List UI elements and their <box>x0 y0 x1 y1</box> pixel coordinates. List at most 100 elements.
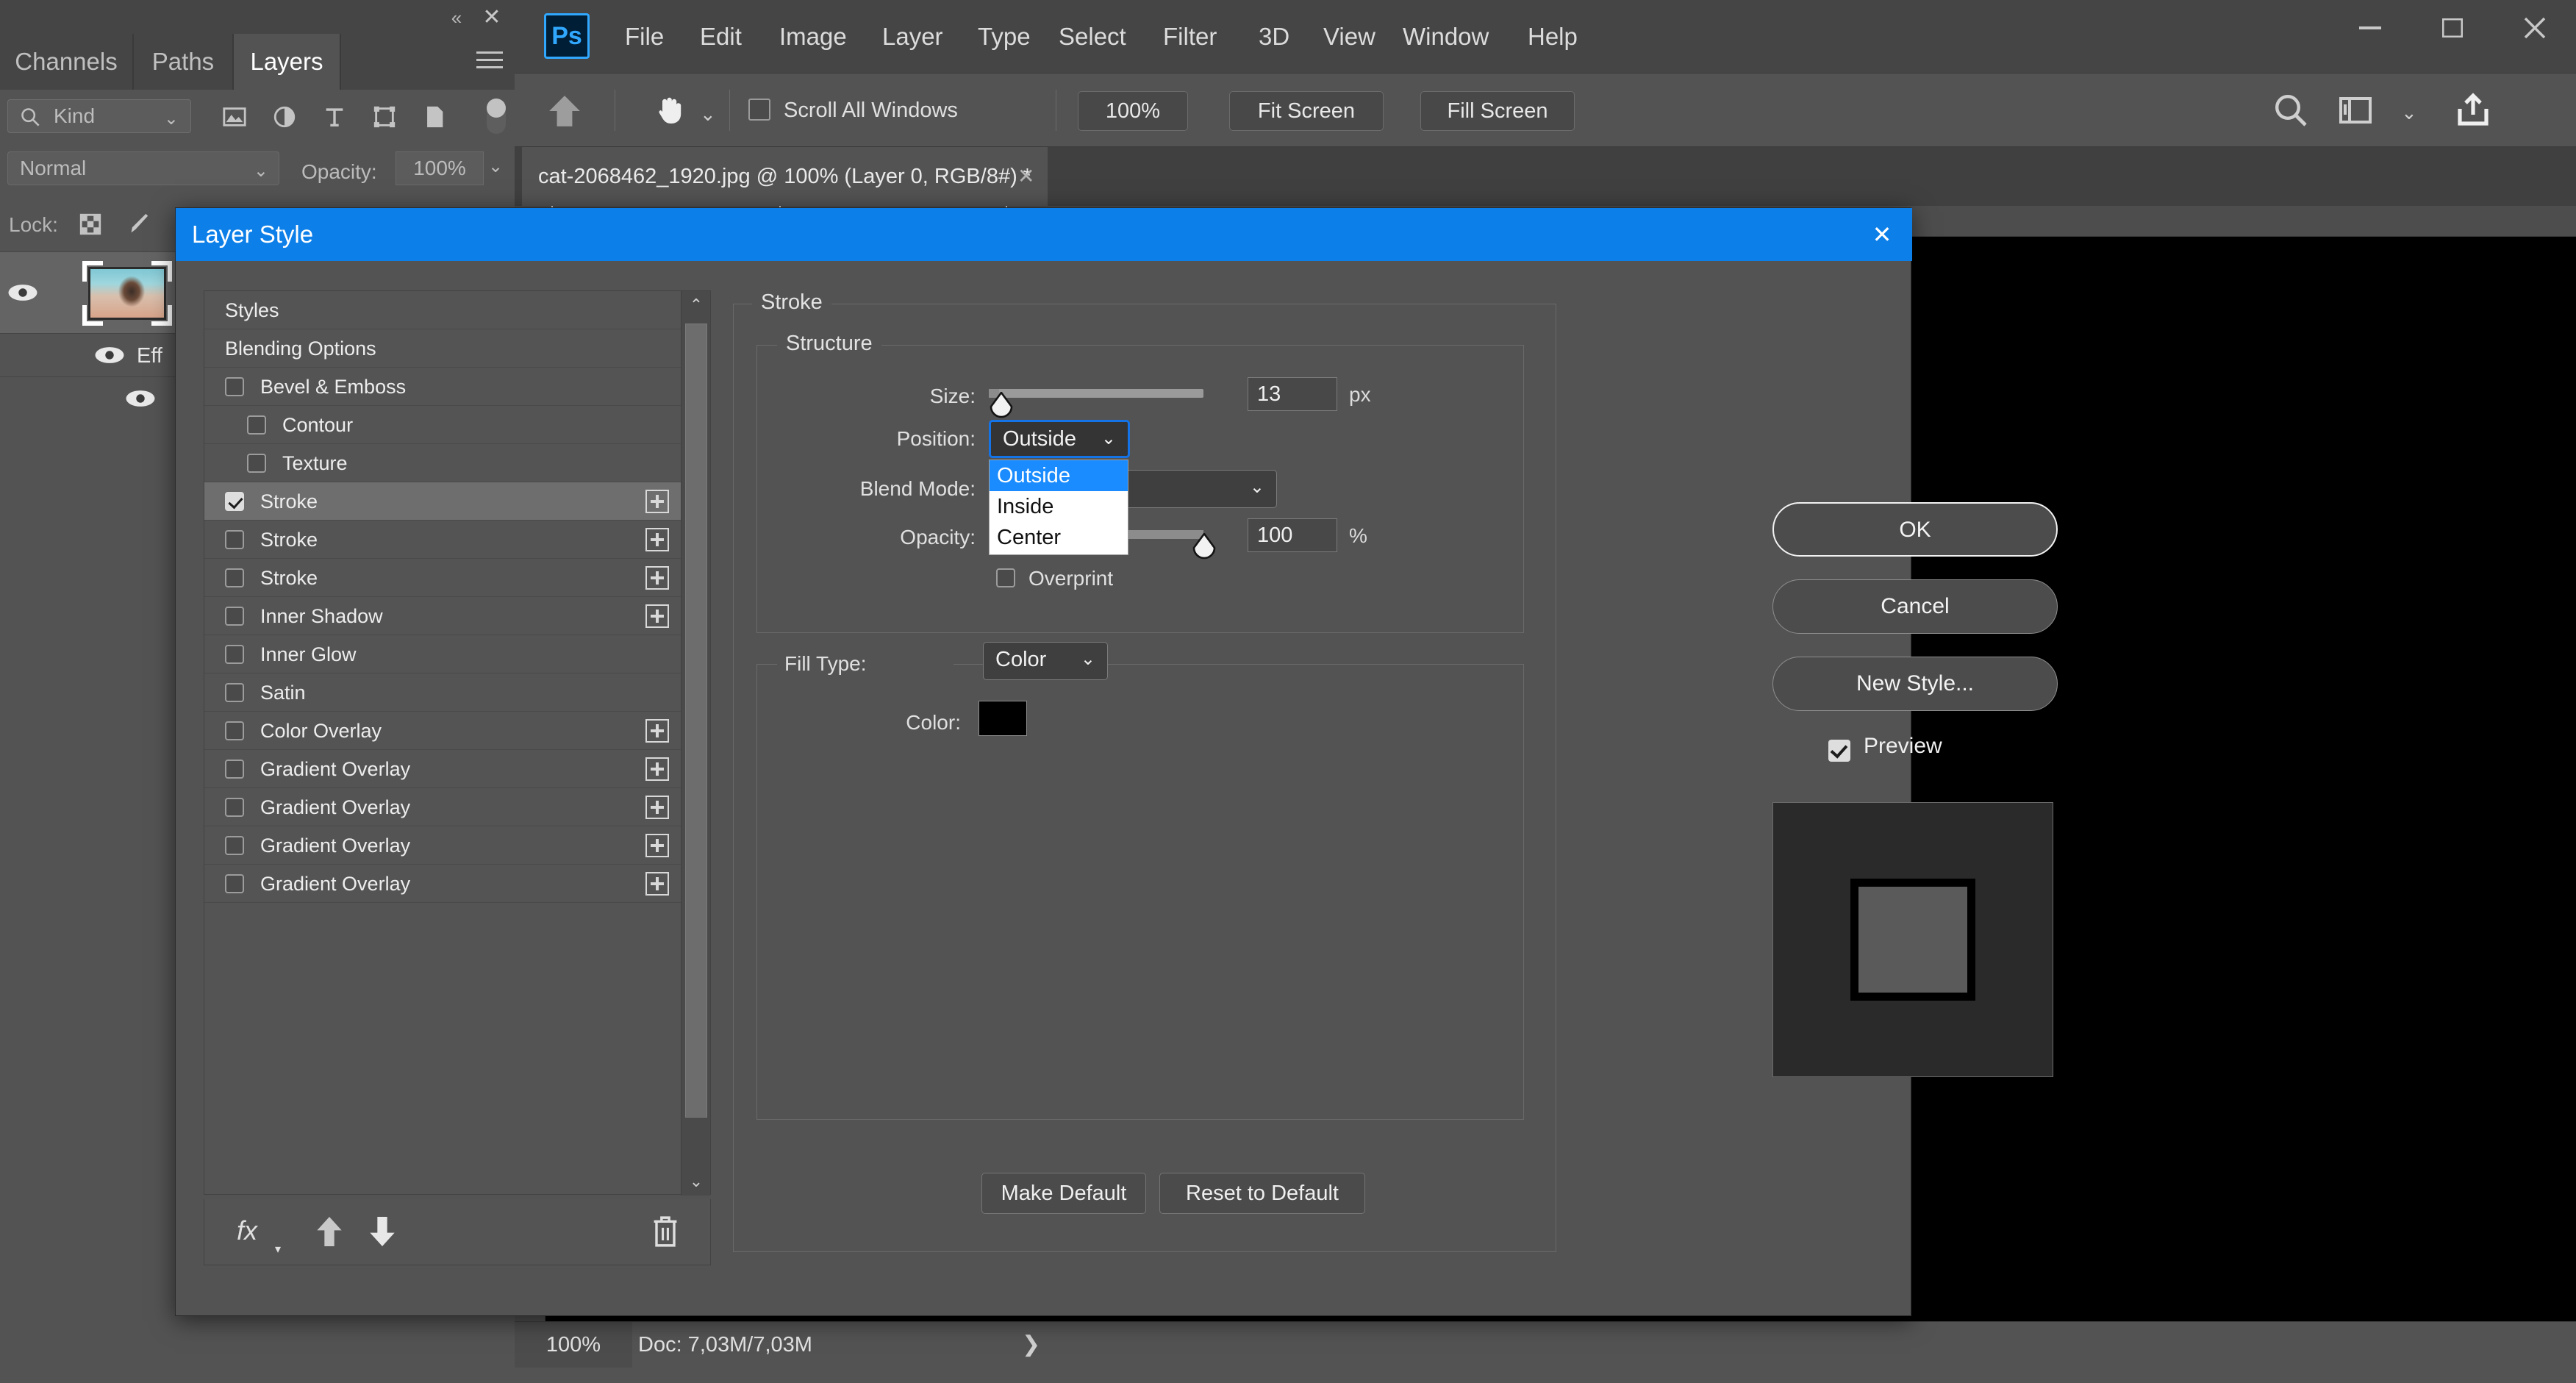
style-item-checkbox[interactable] <box>225 568 244 587</box>
position-dropdown-menu[interactable]: Outside Inside Center <box>989 460 1128 555</box>
scroll-up-icon[interactable]: ⌃ <box>681 293 711 318</box>
dropdown-option-inside[interactable]: Inside <box>990 491 1128 522</box>
style-item-gradient-overlay-3[interactable]: Gradient Overlay <box>204 826 681 865</box>
smart-object-filter-icon[interactable] <box>421 104 448 129</box>
scroll-down-icon[interactable]: ⌄ <box>681 1169 711 1194</box>
move-up-icon[interactable] <box>315 1214 344 1249</box>
style-item-checkbox[interactable] <box>225 377 244 396</box>
menu-type[interactable]: Type <box>962 0 1047 74</box>
style-item-checkbox[interactable] <box>225 874 244 893</box>
fx-icon[interactable]: fx <box>237 1215 257 1246</box>
layer-kind-filter-select[interactable]: Kind ⌄ <box>7 99 191 133</box>
style-item-bevel-emboss[interactable]: Bevel & Emboss <box>204 368 681 406</box>
style-item-satin[interactable]: Satin <box>204 673 681 712</box>
fit-screen-button[interactable]: Fit Screen <box>1229 91 1384 131</box>
minimize-button[interactable] <box>2329 0 2411 56</box>
add-effect-icon[interactable] <box>645 528 669 551</box>
style-item-checkbox[interactable] <box>225 645 244 664</box>
zoom-100-button[interactable]: 100% <box>1078 91 1188 131</box>
scrollbar-thumb[interactable] <box>685 324 707 1118</box>
share-icon[interactable] <box>2455 93 2491 128</box>
style-item-checkbox[interactable] <box>247 454 266 473</box>
add-effect-icon[interactable] <box>645 490 669 513</box>
add-effect-icon[interactable] <box>645 757 669 781</box>
style-item-checkbox[interactable] <box>247 415 266 435</box>
dropdown-option-outside[interactable]: Outside <box>990 460 1128 491</box>
style-item-stroke-1[interactable]: Stroke <box>204 482 681 521</box>
size-slider-knob[interactable] <box>989 392 1014 418</box>
dialog-close-icon[interactable]: ✕ <box>1865 218 1899 251</box>
style-item-contour[interactable]: Contour <box>204 406 681 444</box>
style-item-styles[interactable]: Styles <box>204 291 681 329</box>
eye-icon[interactable] <box>125 389 156 408</box>
size-slider-track[interactable] <box>989 389 1203 398</box>
home-icon[interactable] <box>545 93 584 129</box>
style-item-checkbox[interactable] <box>225 836 244 855</box>
panel-menu-icon[interactable] <box>476 51 503 72</box>
overprint-checkbox[interactable] <box>996 568 1015 587</box>
stroke-color-swatch[interactable] <box>978 701 1027 736</box>
opacity-input[interactable]: 100 <box>1248 518 1337 552</box>
menu-3d[interactable]: 3D <box>1242 0 1306 74</box>
fill-screen-button[interactable]: Fill Screen <box>1420 91 1575 131</box>
style-item-color-overlay[interactable]: Color Overlay <box>204 712 681 750</box>
add-effect-icon[interactable] <box>645 796 669 819</box>
chevron-down-icon[interactable]: ⌄ <box>488 156 503 177</box>
style-item-texture[interactable]: Texture <box>204 444 681 482</box>
tab-channels[interactable]: Channels <box>0 34 134 90</box>
style-item-stroke-3[interactable]: Stroke <box>204 559 681 597</box>
search-icon[interactable] <box>2273 93 2308 128</box>
add-effect-icon[interactable] <box>645 834 669 857</box>
eye-icon[interactable] <box>94 346 125 365</box>
menu-view[interactable]: View <box>1307 0 1392 74</box>
status-zoom-level[interactable]: 100% <box>515 1322 632 1368</box>
eye-icon[interactable] <box>7 283 38 302</box>
opacity-slider-knob[interactable] <box>1192 533 1217 560</box>
document-tab[interactable]: cat-2068462_1920.jpg @ 100% (Layer 0, RG… <box>522 147 1048 206</box>
style-item-checkbox[interactable] <box>225 798 244 817</box>
preview-checkbox[interactable] <box>1828 740 1850 762</box>
maximize-button[interactable] <box>2411 0 2494 56</box>
style-item-gradient-overlay-4[interactable]: Gradient Overlay <box>204 865 681 903</box>
close-button[interactable] <box>2494 0 2576 56</box>
tool-options-chevron-icon[interactable]: ⌄ <box>700 103 716 126</box>
style-item-inner-glow[interactable]: Inner Glow <box>204 635 681 673</box>
style-item-checkbox[interactable] <box>225 721 244 740</box>
filter-enable-toggle[interactable] <box>487 99 506 134</box>
transparency-lock-icon[interactable] <box>76 212 104 237</box>
ok-button[interactable]: OK <box>1772 502 2058 557</box>
dialog-title-bar[interactable]: Layer Style ✕ <box>176 208 1912 261</box>
menu-image[interactable]: Image <box>763 0 863 74</box>
move-down-icon[interactable] <box>368 1214 397 1249</box>
menu-window[interactable]: Window <box>1387 0 1505 74</box>
position-select[interactable]: Outside ⌄ <box>989 420 1130 458</box>
style-item-checkbox[interactable] <box>225 492 244 511</box>
menu-file[interactable]: File <box>609 0 680 74</box>
style-item-checkbox[interactable] <box>225 530 244 549</box>
style-item-stroke-2[interactable]: Stroke <box>204 521 681 559</box>
make-default-button[interactable]: Make Default <box>981 1173 1146 1214</box>
workspace-icon[interactable] <box>2338 93 2373 128</box>
blend-mode-select[interactable]: Normal ⌄ <box>7 151 279 185</box>
dropdown-option-center[interactable]: Center <box>990 522 1128 553</box>
add-effect-icon[interactable] <box>645 604 669 628</box>
delete-icon[interactable] <box>650 1214 681 1249</box>
style-item-checkbox[interactable] <box>225 683 244 702</box>
document-tab-close-icon[interactable]: ✕ <box>1017 147 1034 206</box>
style-item-gradient-overlay-2[interactable]: Gradient Overlay <box>204 788 681 826</box>
pixel-layer-filter-icon[interactable] <box>221 104 248 129</box>
shape-layer-filter-icon[interactable] <box>371 104 398 129</box>
style-item-blending-options[interactable]: Blending Options <box>204 329 681 368</box>
layer-thumbnail[interactable] <box>88 267 166 320</box>
menu-filter[interactable]: Filter <box>1147 0 1233 74</box>
add-effect-icon[interactable] <box>645 719 669 743</box>
reset-to-default-button[interactable]: Reset to Default <box>1159 1173 1365 1214</box>
fill-type-select[interactable]: Color ⌄ <box>983 642 1108 680</box>
adjustment-layer-filter-icon[interactable] <box>271 104 298 129</box>
hand-tool-icon[interactable] <box>650 93 690 128</box>
styles-list-scrollbar[interactable]: ⌃ ⌄ <box>681 291 710 1196</box>
add-effect-icon[interactable] <box>645 566 669 590</box>
tab-paths[interactable]: Paths <box>134 34 234 90</box>
menu-edit[interactable]: Edit <box>684 0 758 74</box>
style-item-inner-shadow[interactable]: Inner Shadow <box>204 597 681 635</box>
